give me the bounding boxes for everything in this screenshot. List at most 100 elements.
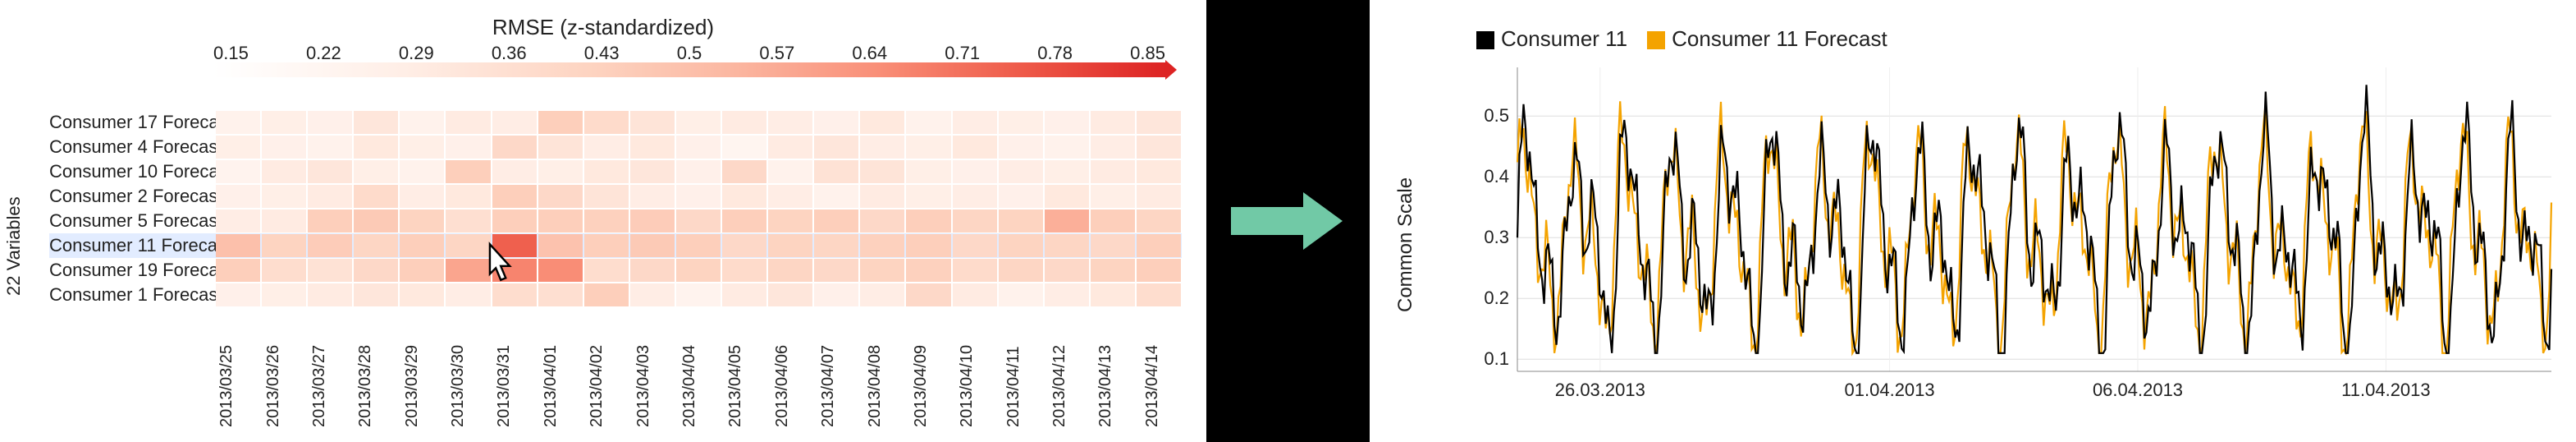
heatmap-cell[interactable]	[953, 160, 997, 183]
heatmap-cell[interactable]	[1045, 185, 1089, 208]
heatmap-cell[interactable]	[630, 259, 675, 282]
heatmap-cell[interactable]	[446, 160, 490, 183]
heatmap-row[interactable]: Consumer 1 Forecast	[49, 283, 1182, 307]
heatmap-cell[interactable]	[768, 185, 812, 208]
heatmap-cell[interactable]	[906, 160, 950, 183]
heatmap-cell[interactable]	[584, 209, 629, 233]
heatmap-cell[interactable]	[768, 283, 812, 306]
heatmap-cell[interactable]	[630, 283, 675, 306]
heatmap-cell[interactable]	[400, 234, 444, 257]
heatmap-cell[interactable]	[584, 136, 629, 159]
heatmap-cell[interactable]	[1045, 283, 1089, 306]
heatmap-row[interactable]: Consumer 19 Forecast	[49, 258, 1182, 283]
heatmap-row[interactable]: Consumer 11 Forecast	[49, 233, 1182, 258]
heatmap-cell[interactable]	[1091, 136, 1135, 159]
heatmap-cell[interactable]	[768, 209, 812, 233]
heatmap-cell[interactable]	[354, 136, 398, 159]
heatmap-cell[interactable]	[676, 234, 721, 257]
heatmap-cell[interactable]	[216, 136, 260, 159]
heatmap-cell[interactable]	[262, 111, 306, 134]
heatmap-cell[interactable]	[860, 111, 904, 134]
heatmap-cell[interactable]	[584, 283, 629, 306]
heatmap-cell[interactable]	[768, 111, 812, 134]
heatmap-cell[interactable]	[1045, 259, 1089, 282]
heatmap-cell[interactable]	[354, 283, 398, 306]
heatmap-cell[interactable]	[1137, 160, 1181, 183]
heatmap-cell[interactable]	[630, 234, 675, 257]
heatmap-cell[interactable]	[814, 185, 858, 208]
heatmap-cell[interactable]	[953, 234, 997, 257]
heatmap-cell[interactable]	[999, 259, 1043, 282]
heatmap-cell[interactable]	[999, 234, 1043, 257]
heatmap-cell[interactable]	[354, 185, 398, 208]
heatmap-cell[interactable]	[354, 111, 398, 134]
heatmap-cell[interactable]	[676, 160, 721, 183]
heatmap-cell[interactable]	[630, 209, 675, 233]
heatmap-cell[interactable]	[906, 111, 950, 134]
heatmap-cell[interactable]	[216, 234, 260, 257]
heatmap-cell[interactable]	[584, 259, 629, 282]
heatmap-cell[interactable]	[400, 185, 444, 208]
heatmap-cell[interactable]	[262, 259, 306, 282]
heatmap-cell[interactable]	[814, 209, 858, 233]
heatmap-cell[interactable]	[1091, 234, 1135, 257]
heatmap-cell[interactable]	[630, 111, 675, 134]
heatmap-cell[interactable]	[906, 136, 950, 159]
heatmap-cell[interactable]	[768, 234, 812, 257]
heatmap-cell[interactable]	[630, 160, 675, 183]
heatmap-cell[interactable]	[999, 185, 1043, 208]
heatmap-cell[interactable]	[1045, 111, 1089, 134]
heatmap-cell[interactable]	[860, 259, 904, 282]
heatmap-cell[interactable]	[492, 111, 537, 134]
heatmap-cell[interactable]	[262, 283, 306, 306]
heatmap-cell[interactable]	[1045, 209, 1089, 233]
heatmap-cell[interactable]	[814, 259, 858, 282]
heatmap-cell[interactable]	[308, 111, 352, 134]
heatmap-cell[interactable]	[1091, 160, 1135, 183]
heatmap-cell[interactable]	[538, 234, 583, 257]
heatmap-cell[interactable]	[814, 111, 858, 134]
heatmap-cell[interactable]	[906, 209, 950, 233]
heatmap-cell[interactable]	[492, 185, 537, 208]
heatmap-cell[interactable]	[308, 259, 352, 282]
heatmap-cell[interactable]	[492, 209, 537, 233]
heatmap-cell[interactable]	[1091, 185, 1135, 208]
heatmap-row[interactable]: Consumer 5 Forecast	[49, 209, 1182, 233]
heatmap-cell[interactable]	[1137, 283, 1181, 306]
heatmap-cell[interactable]	[308, 185, 352, 208]
heatmap-cell[interactable]	[814, 160, 858, 183]
heatmap-cell[interactable]	[860, 136, 904, 159]
heatmap-cell[interactable]	[308, 136, 352, 159]
heatmap-cell[interactable]	[1137, 111, 1181, 134]
heatmap-cell[interactable]	[446, 234, 490, 257]
heatmap-cell[interactable]	[953, 259, 997, 282]
heatmap-cell[interactable]	[538, 136, 583, 159]
heatmap-cell[interactable]	[584, 111, 629, 134]
heatmap-row[interactable]: Consumer 2 Forecast	[49, 184, 1182, 209]
heatmap-cell[interactable]	[216, 160, 260, 183]
heatmap-cell[interactable]	[492, 259, 537, 282]
heatmap-cell[interactable]	[814, 234, 858, 257]
linechart-plot[interactable]: 0.10.20.30.40.526.03.201301.04.201306.04…	[1468, 59, 2560, 421]
heatmap-cell[interactable]	[538, 209, 583, 233]
heatmap-cell[interactable]	[1091, 283, 1135, 306]
heatmap-cell[interactable]	[354, 259, 398, 282]
heatmap-cell[interactable]	[538, 185, 583, 208]
heatmap-cell[interactable]	[446, 259, 490, 282]
heatmap-cell[interactable]	[400, 209, 444, 233]
heatmap-cell[interactable]	[446, 136, 490, 159]
heatmap-row[interactable]: Consumer 17 Forecast	[49, 110, 1182, 135]
heatmap-cell[interactable]	[492, 136, 537, 159]
heatmap-cell[interactable]	[676, 185, 721, 208]
heatmap-cell[interactable]	[768, 136, 812, 159]
heatmap-cell[interactable]	[492, 283, 537, 306]
heatmap-cell[interactable]	[722, 136, 766, 159]
heatmap-cell[interactable]	[860, 160, 904, 183]
heatmap-cell[interactable]	[676, 136, 721, 159]
heatmap-grid[interactable]: Consumer 17 ForecastConsumer 4 ForecastC…	[49, 110, 1182, 307]
heatmap-row[interactable]: Consumer 10 Forecast	[49, 159, 1182, 184]
heatmap-cell[interactable]	[538, 283, 583, 306]
heatmap-cell[interactable]	[308, 283, 352, 306]
heatmap-cell[interactable]	[814, 136, 858, 159]
heatmap-cell[interactable]	[814, 283, 858, 306]
